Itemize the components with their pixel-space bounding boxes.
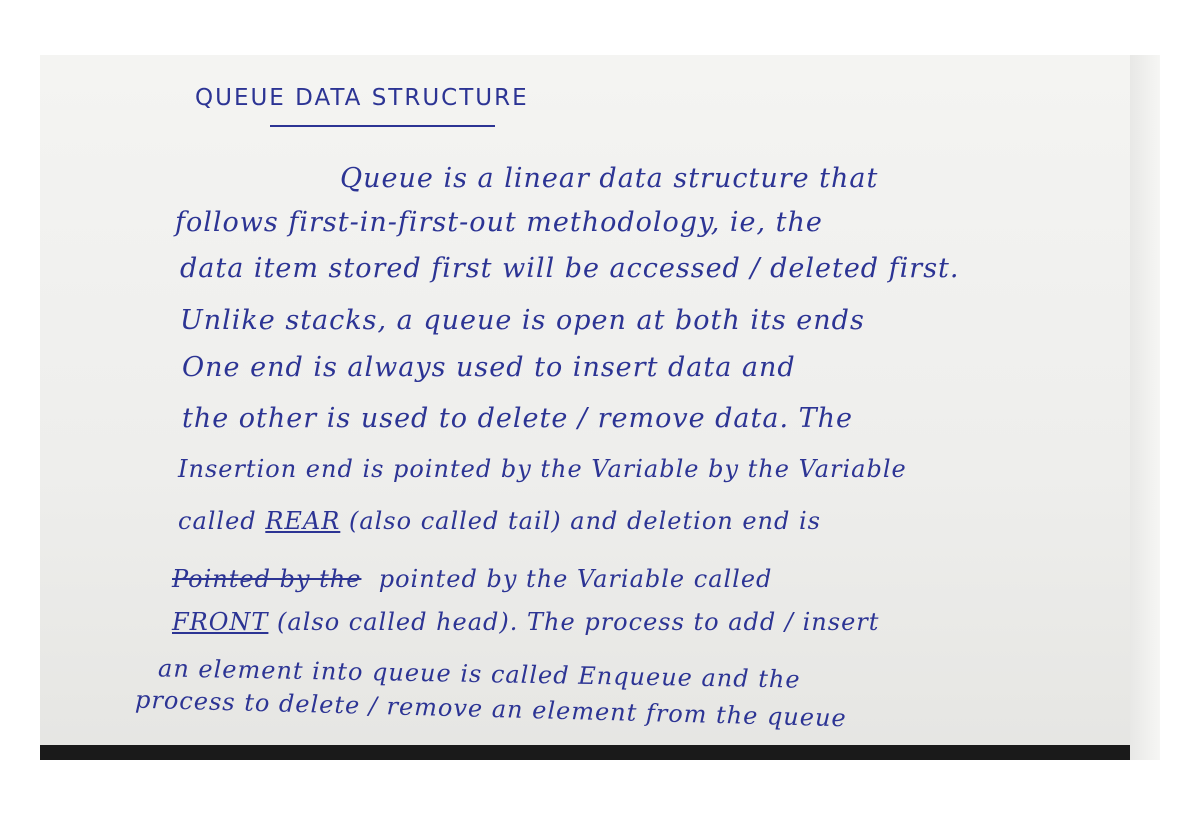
- text-line: data item stored first will be accessed …: [180, 253, 960, 284]
- struck-text: Pointed by the: [172, 565, 362, 593]
- front-label: FRONT: [172, 608, 269, 636]
- notebook-page: QUEUE DATA STRUCTURE Queue is a linear d…: [40, 55, 1160, 745]
- text-line: an element into queue is called Enqueue …: [157, 654, 801, 694]
- text-line: One end is always used to insert data an…: [182, 352, 796, 383]
- text-line: FRONT (also called head). The process to…: [172, 608, 879, 636]
- text-line: Insertion end is pointed by the Variable…: [178, 455, 907, 483]
- text-word: (also called head). The process to add /…: [277, 608, 880, 636]
- text-line: process to delete / remove an element fr…: [134, 685, 848, 733]
- title-underline: [270, 125, 495, 127]
- text-line: called REAR (also called tail) and delet…: [178, 507, 821, 535]
- text-line: Unlike stacks, a queue is open at both i…: [180, 305, 865, 336]
- text-line: Pointed by the pointed by the Variable c…: [172, 565, 772, 593]
- text-word: pointed by the Variable called: [378, 565, 773, 593]
- text-line: the other is used to delete / remove dat…: [182, 403, 854, 434]
- rear-label: REAR: [265, 507, 341, 535]
- page-title: QUEUE DATA STRUCTURE: [195, 85, 529, 111]
- text-line: Queue is a linear data structure that: [340, 163, 879, 194]
- text-word: called: [178, 507, 257, 535]
- text-word: (also called tail) and deletion end is: [348, 507, 821, 535]
- notebook-photo: QUEUE DATA STRUCTURE Queue is a linear d…: [40, 55, 1160, 760]
- page-edge: [1130, 55, 1160, 760]
- text-line: follows first-in-first-out methodology, …: [175, 207, 823, 238]
